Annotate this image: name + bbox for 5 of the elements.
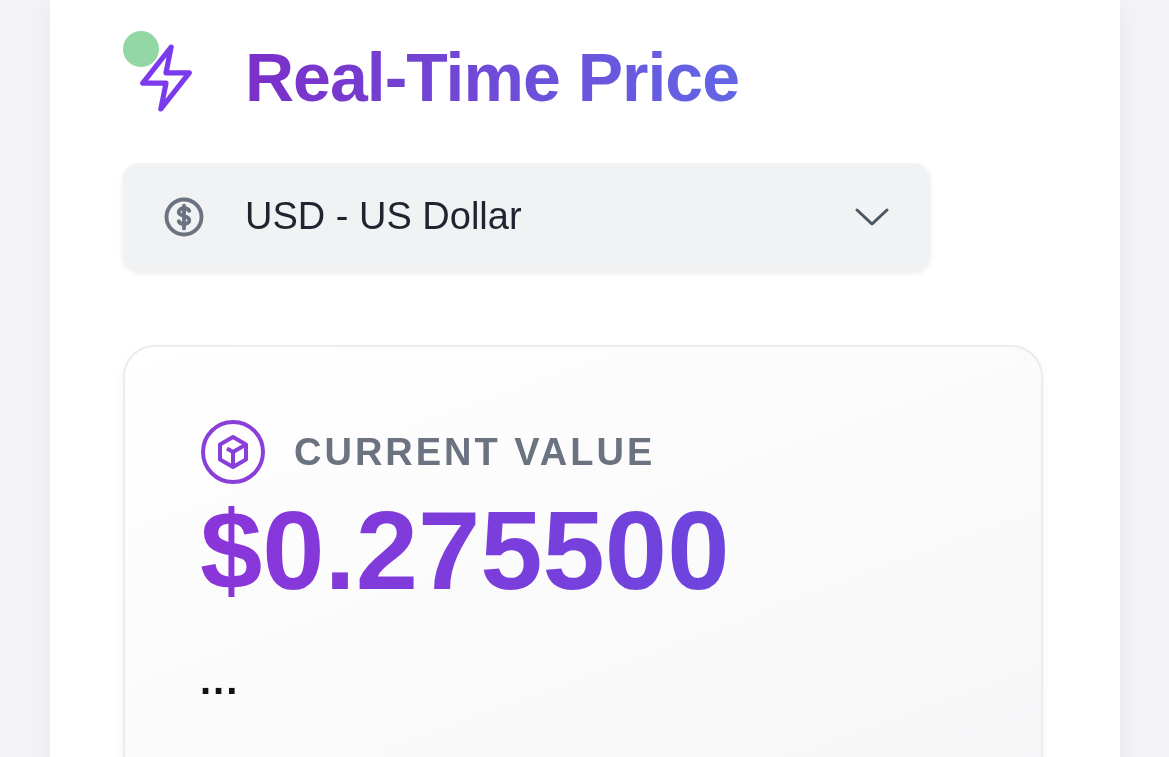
ellipsis-text: ...: [200, 658, 240, 704]
currency-dropdown[interactable]: USD - US Dollar: [123, 163, 930, 270]
hexagon-badge-icon: [200, 419, 266, 485]
dollar-circle-icon: [163, 195, 205, 238]
value-label: CURRENT VALUE: [294, 430, 656, 474]
